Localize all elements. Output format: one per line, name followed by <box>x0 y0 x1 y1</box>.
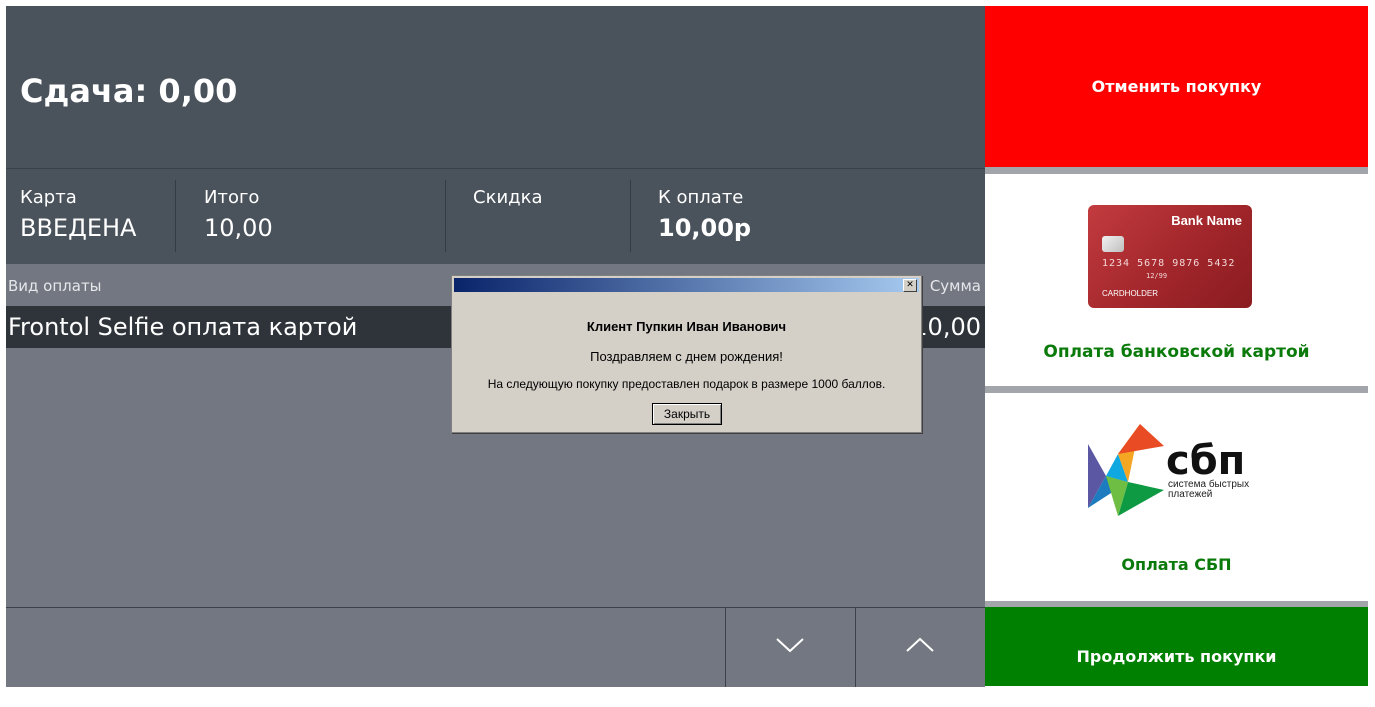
bank-card-payment-button[interactable]: Bank Name 1234 5678 9876 5432 12/99 CARD… <box>985 174 1368 386</box>
card-expiry: 12/99 <box>1146 272 1168 280</box>
sbp-payment-label: Оплата СБП <box>1121 555 1232 574</box>
sbp-logo-icon <box>1088 424 1164 516</box>
to-pay-value: 10,00р <box>658 214 752 242</box>
scroll-up-button[interactable] <box>855 608 985 687</box>
card-bank-name: Bank Name <box>1171 213 1242 228</box>
card-holder: CARDHOLDER <box>1102 289 1159 298</box>
bottom-bar <box>6 607 985 687</box>
card-chip-icon <box>1102 236 1124 252</box>
payment-type-cell: Frontol Selfie оплата картой <box>8 313 358 341</box>
sbp-subtitle: система быстрых платежей <box>1168 479 1250 500</box>
summary-to-pay: К оплате 10,00р <box>658 169 858 264</box>
discount-label: Скидка <box>473 187 543 208</box>
column-amount: Сумма <box>929 277 981 295</box>
column-payment-type: Вид оплаты <box>8 277 102 295</box>
action-panel: Отменить покупку Bank Name 1234 5678 987… <box>985 6 1368 686</box>
dialog-gift-message: На следующую покупку предоставлен подаро… <box>487 377 886 391</box>
bank-card-icon: Bank Name 1234 5678 9876 5432 12/99 CARD… <box>1088 205 1252 308</box>
payment-amount-cell: 10,00 <box>912 313 981 341</box>
summary-total: Итого 10,00 <box>204 169 434 264</box>
divider <box>445 180 446 252</box>
dialog-heading: Клиент Пупкин Иван Иванович <box>586 319 787 334</box>
divider <box>175 180 176 252</box>
chevron-up-icon <box>906 637 934 652</box>
bank-card-payment-label: Оплата банковской картой <box>1043 342 1310 362</box>
divider <box>630 180 631 252</box>
to-pay-label: К оплате <box>658 187 744 208</box>
scroll-down-button[interactable] <box>725 608 855 687</box>
change-panel: Сдача: 0,00 <box>6 6 985 169</box>
dialog-greeting: Поздравляем с днем рождения! <box>590 349 783 364</box>
chevron-down-icon <box>776 638 804 653</box>
dialog-title-bar: ✕ <box>454 278 919 292</box>
summary-discount: Скидка <box>473 169 623 264</box>
card-label: Карта <box>20 187 77 208</box>
summary-card: Карта ВВЕДЕНА <box>20 169 170 264</box>
dialog-close-action-button[interactable]: Закрыть <box>652 403 722 425</box>
sbp-word: сбп <box>1166 438 1246 484</box>
total-value: 10,00 <box>204 214 273 242</box>
continue-shopping-button[interactable]: Продолжить покупки <box>985 607 1368 686</box>
cancel-purchase-button[interactable]: Отменить покупку <box>985 6 1368 167</box>
total-label: Итого <box>204 187 260 208</box>
birthday-dialog: ✕ Клиент Пупкин Иван Иванович Поздравляе… <box>451 275 922 433</box>
card-value: ВВЕДЕНА <box>20 214 137 242</box>
change-amount: Сдача: 0,00 <box>20 72 238 110</box>
dialog-close-button[interactable]: ✕ <box>903 279 917 292</box>
sbp-payment-button[interactable]: сбп система быстрых платежей Оплата СБП <box>985 393 1368 601</box>
card-number: 1234 5678 9876 5432 <box>1102 258 1236 269</box>
summary-bar: Карта ВВЕДЕНА Итого 10,00 Скидка К оплат… <box>6 169 985 264</box>
